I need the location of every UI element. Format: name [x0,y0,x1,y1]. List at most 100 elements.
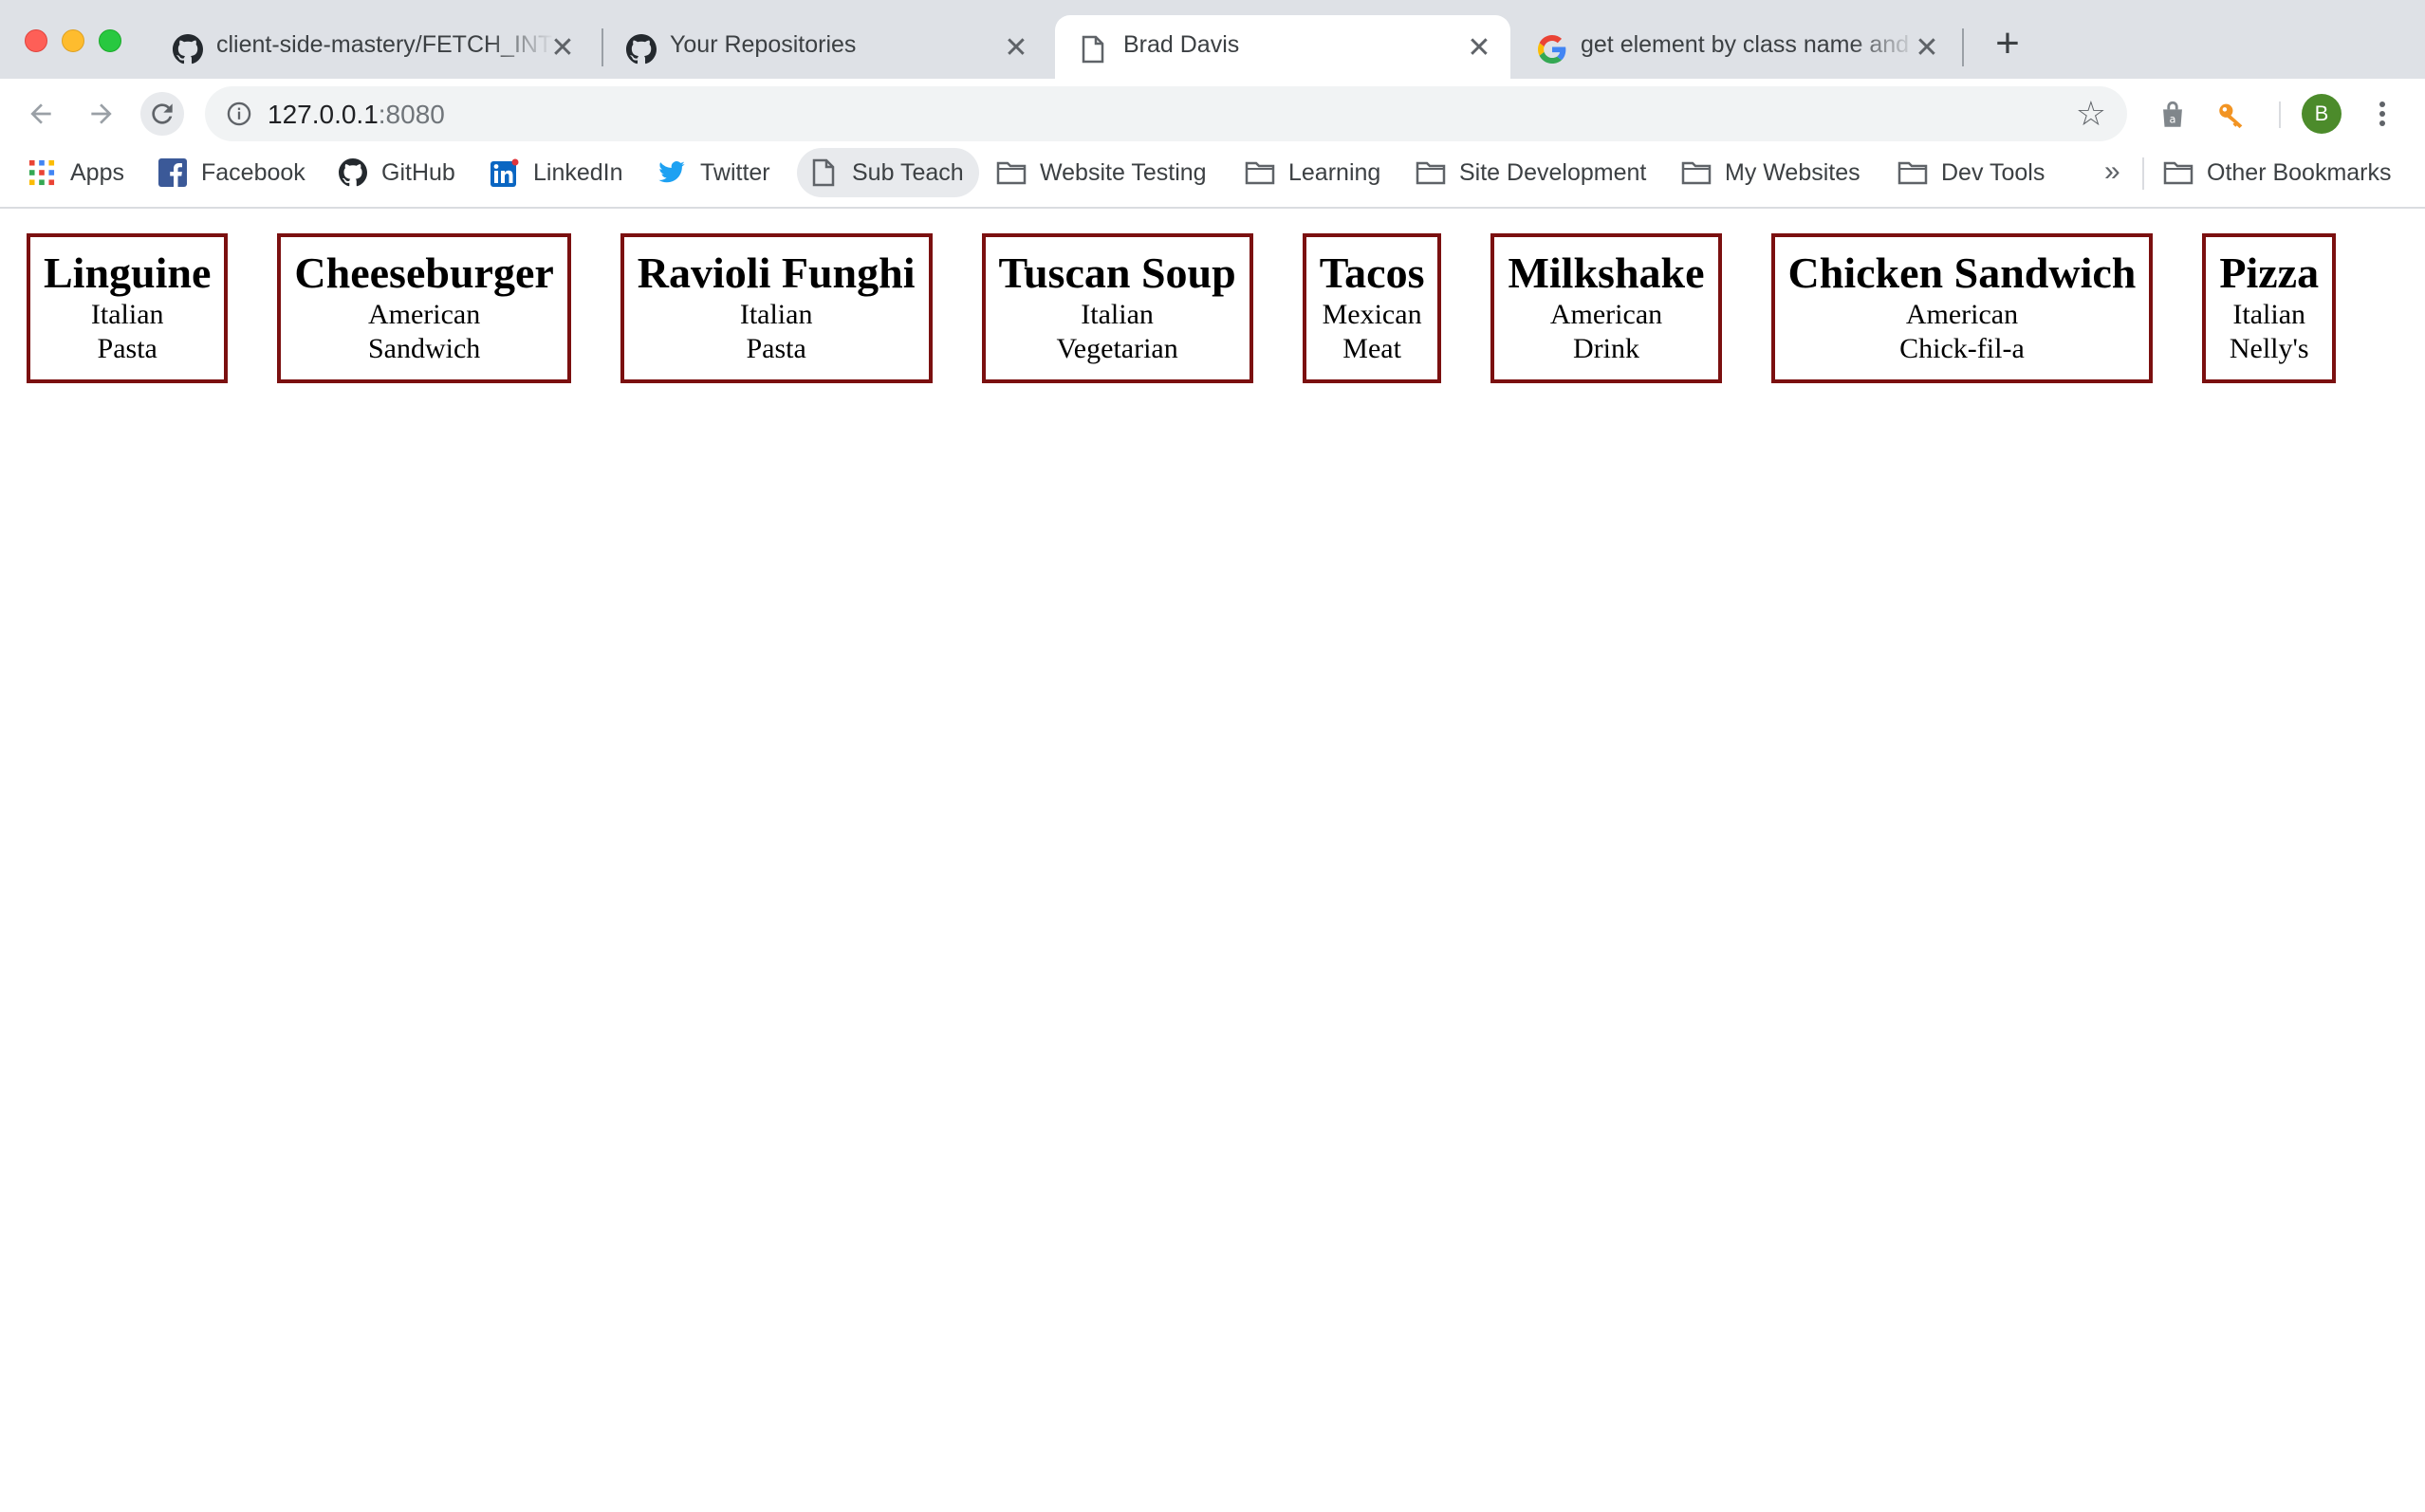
tab-your-repositories[interactable]: Your Repositories ✕ [605,15,1047,79]
tab-separator [1962,28,1964,66]
bookmark-star-icon[interactable]: ☆ [2076,97,2106,131]
twitter-icon [657,157,687,188]
menu-item-cuisine: Italian [2232,299,2306,330]
facebook-icon [157,157,188,188]
url-port: :8080 [378,100,445,129]
shopping-bag-extension-icon[interactable]: a [2154,96,2192,134]
back-button[interactable] [19,92,63,136]
more-bookmarks-button[interactable]: » [2104,156,2120,188]
close-tab-icon[interactable]: ✕ [1002,34,1030,63]
menu-item-name: Cheeseburger [294,249,554,297]
arrow-left-icon [30,103,51,124]
zoom-window-button[interactable] [99,29,121,52]
menu-item-cuisine: Italian [739,299,813,330]
menu-item-name: Tuscan Soup [998,249,1236,297]
bookmark-label: LinkedIn [533,158,623,186]
folder-icon [1897,157,1928,188]
folder-icon [1245,157,1275,188]
bookmarks-separator [2142,157,2144,190]
minimize-window-button[interactable] [62,29,84,52]
bookmark-folder-learning[interactable]: Learning [1245,148,1380,197]
bookmark-linkedin[interactable]: LinkedIn [490,148,623,197]
bookmark-folder-my-websites[interactable]: My Websites [1681,148,1860,197]
tab-brad-davis[interactable]: Brad Davis ✕ [1055,15,1510,79]
menu-item-name: Chicken Sandwich [1787,249,2137,297]
menu-card: Tacos Mexican Meat [1302,233,1442,383]
address-bar[interactable]: 127.0.0.1:8080 ☆ [205,86,2127,141]
github-icon [338,157,368,188]
bookmark-apps[interactable]: Apps [27,148,124,197]
menu-card: Chicken Sandwich American Chick-fil-a [1770,233,2154,383]
menu-item-category: Pasta [97,333,157,364]
more-menu-icon[interactable] [2368,94,2397,134]
close-window-button[interactable] [25,29,47,52]
url-host: 127.0.0.1 [268,100,379,129]
profile-avatar[interactable]: B [2302,94,2342,134]
bookmark-github[interactable]: GitHub [338,148,455,197]
arrow-right-icon [91,103,112,124]
folder-icon [1416,157,1446,188]
close-tab-icon[interactable]: ✕ [548,34,577,63]
folder-icon [2163,157,2194,188]
menu-item-cuisine: Italian [90,299,164,330]
github-icon [626,34,657,65]
tab-strip: client-side-mastery/FETCH_INTRO ✕ Your R… [0,0,2425,79]
menu-item-cuisine: American [1549,299,1663,330]
bookmark-label: Website Testing [1040,158,1207,186]
forward-button[interactable] [80,92,123,136]
url-text: 127.0.0.1:8080 [268,100,445,130]
menu-item-category: Meat [1342,333,1401,364]
menu-card: Ravioli Funghi Italian Pasta [620,233,933,383]
bookmark-folder-website-testing[interactable]: Website Testing [996,148,1207,197]
bookmark-sub-teach[interactable]: Sub Teach [797,148,979,197]
svg-text:a: a [2170,113,2176,126]
tab-fetch-intro[interactable]: client-side-mastery/FETCH_INTRO ✕ [152,15,594,79]
linkedin-icon [490,157,520,188]
reload-button[interactable] [140,92,184,136]
bookmark-label: Apps [70,158,124,186]
menu-item-name: Pizza [2219,249,2320,297]
menu-card: Milkshake American Drink [1490,233,1722,383]
menu-card: Linguine Italian Pasta [27,233,229,383]
menu-item-category: Sandwich [367,333,481,364]
key-extension-icon[interactable] [2212,96,2250,134]
browser-toolbar: 127.0.0.1:8080 ☆ a B [0,79,2425,148]
menu-card: Cheeseburger American Sandwich [277,233,571,383]
tab-title: Your Repositories [670,31,857,58]
bookmark-label: My Websites [1725,158,1860,186]
menu-item-cuisine: American [367,299,481,330]
bookmark-label: Learning [1288,158,1381,186]
folder-icon [1681,157,1712,188]
bookmark-folder-site-development[interactable]: Site Development [1416,148,1646,197]
tab-title: get element by class name and [1581,31,1910,58]
menu-item-name: Milkshake [1508,249,1705,297]
bookmark-label: Twitter [700,158,770,186]
menu-item-category: Nelly's [2229,333,2309,364]
menu-item-category: Vegetarian [1056,333,1178,364]
bookmark-folder-other-bookmarks[interactable]: Other Bookmarks [2163,148,2392,197]
menu-card-list: Linguine Italian Pasta Cheeseburger Amer… [27,233,2337,383]
close-tab-icon[interactable]: ✕ [1465,34,1493,63]
bookmark-label: Other Bookmarks [2207,158,2392,186]
menu-item-name: Tacos [1319,249,1425,297]
bookmark-facebook[interactable]: Facebook [157,148,305,197]
menu-item-category: Pasta [746,333,806,364]
menu-item-cuisine: Italian [1081,299,1154,330]
google-icon [1537,34,1567,65]
bookmark-label: Sub Teach [852,158,964,186]
bookmark-label: Site Development [1459,158,1647,186]
bookmark-label: Facebook [201,158,305,186]
menu-card: Pizza Italian Nelly's [2202,233,2337,383]
toolbar-separator [2279,101,2281,128]
info-icon[interactable] [226,101,252,132]
new-tab-button[interactable]: + [1989,23,2027,65]
folder-icon [996,157,1027,188]
close-tab-icon[interactable]: ✕ [1913,34,1941,63]
menu-item-category: Chick-fil-a [1899,333,2025,364]
menu-item-name: Linguine [44,249,212,297]
bookmark-folder-dev-tools[interactable]: Dev Tools [1897,148,2045,197]
tab-google-search[interactable]: get element by class name and ✕ [1516,15,1958,79]
bookmark-twitter[interactable]: Twitter [657,148,770,197]
bookmarks-bar: Apps Facebook GitHub LinkedIn Twitter Su… [0,148,2425,209]
menu-item-category: Drink [1573,333,1639,364]
